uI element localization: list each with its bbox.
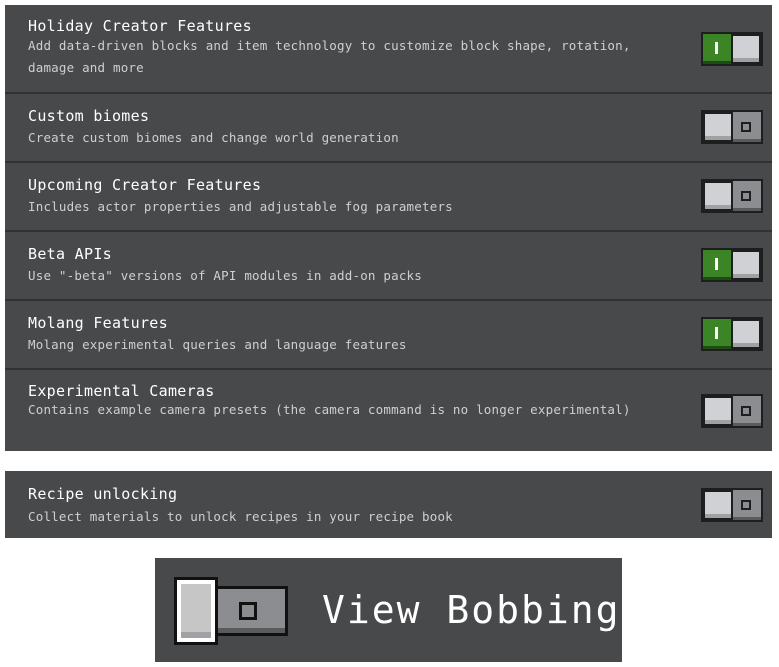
experimental-cameras-toggle[interactable] [701,394,763,428]
experiment-title: Experimental Cameras [28,382,215,400]
experiment-description: Includes actor properties and adjustable… [28,199,453,214]
experiment-title: Beta APIs [28,245,112,263]
recipe-unlocking-title: Recipe unlocking [28,485,178,503]
toggle-knob [703,490,733,520]
toggle-knob [731,319,761,349]
view-bobbing-label: View Bobbing [322,588,621,632]
toggle-knob [703,396,733,426]
recipe-unlocking-description: Collect materials to unlock recipes in y… [28,509,453,524]
experiment-description: Contains example camera presets (the cam… [28,402,631,417]
view-bobbing-toggle[interactable] [174,577,290,645]
experiment-row-beta-apis: Beta APIs Use "-beta" versions of API mo… [5,232,772,301]
experiment-title: Upcoming Creator Features [28,176,262,194]
beta-apis-toggle[interactable] [701,248,763,282]
toggle-knob-face [181,584,211,638]
toggle-knob [703,181,733,211]
experiment-description: Use "-beta" versions of API modules in a… [28,268,423,283]
experiment-row-custom-biomes: Custom biomes Create custom biomes and c… [5,94,772,163]
experiment-title: Molang Features [28,314,168,332]
experiments-panel: Holiday Creator Features Add data-driven… [5,5,772,451]
toggle-knob [731,34,761,64]
recipe-unlocking-row: Recipe unlocking Collect materials to un… [5,471,772,538]
molang-features-toggle[interactable] [701,317,763,351]
custom-biomes-toggle[interactable] [701,110,763,144]
toggle-off-mark-icon [741,406,751,416]
holiday-creator-features-toggle[interactable] [701,32,763,66]
toggle-off-mark-icon [741,122,751,132]
experiment-description: Create custom biomes and change world ge… [28,130,399,145]
experiment-description: Add data-driven blocks and item technolo… [28,38,631,75]
toggle-on-mark-icon [715,258,718,270]
toggle-off-mark-icon [741,191,751,201]
toggle-on-mark-icon [715,327,718,339]
experiment-row-upcoming-creator-features: Upcoming Creator Features Includes actor… [5,163,772,232]
experiment-row-molang-features: Molang Features Molang experimental quer… [5,301,772,370]
toggle-off-mark-icon [741,500,751,510]
toggle-track-off [214,586,288,636]
experiment-title: Custom biomes [28,107,150,125]
experiment-title: Holiday Creator Features [28,17,252,35]
recipe-unlocking-toggle[interactable] [701,488,763,522]
experiment-description: Molang experimental queries and language… [28,337,407,352]
toggle-knob [174,577,218,645]
toggle-on-mark-icon [715,42,718,54]
toggle-off-mark-icon [239,602,257,620]
upcoming-creator-features-toggle[interactable] [701,179,763,213]
toggle-knob [703,112,733,142]
recipe-unlocking-panel: Recipe unlocking Collect materials to un… [5,471,772,538]
toggle-knob [731,250,761,280]
view-bobbing-panel: View Bobbing [155,558,622,662]
experiment-row-experimental-cameras: Experimental Cameras Contains example ca… [5,370,772,451]
experiment-row-holiday-creator-features: Holiday Creator Features Add data-driven… [5,5,772,94]
